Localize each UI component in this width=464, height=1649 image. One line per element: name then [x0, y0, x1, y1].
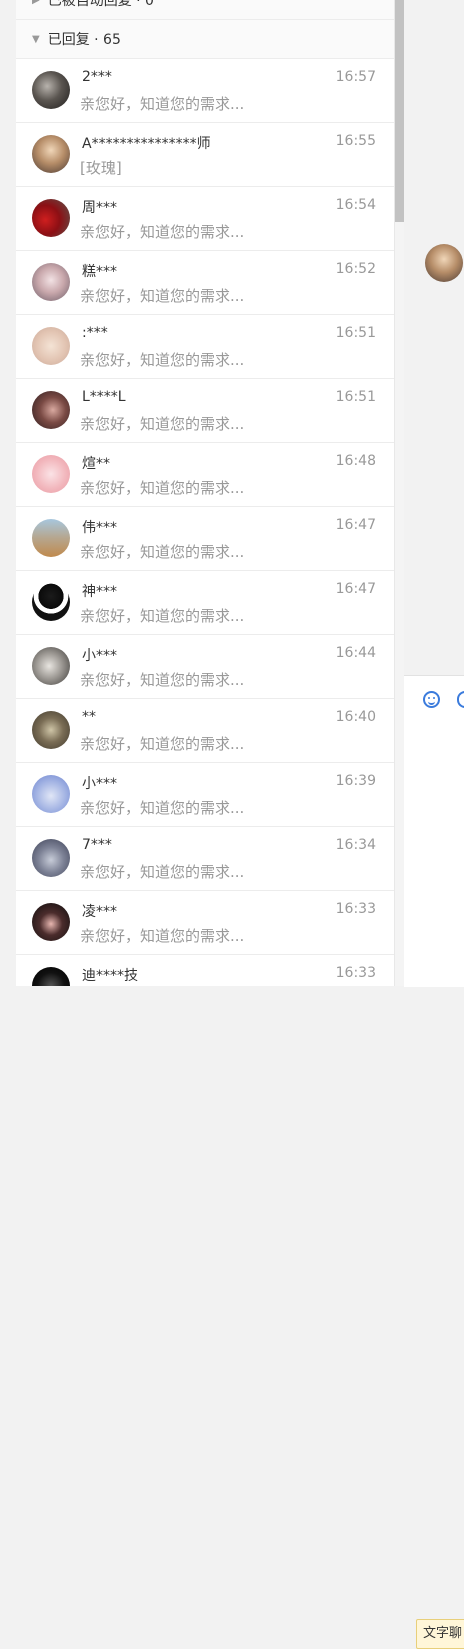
chat-avatar [425, 244, 463, 282]
contact-name: 糕*** [82, 264, 117, 280]
message-time: 16:48 [335, 453, 376, 469]
message-preview: 亲您好，知道您的需求... [80, 479, 245, 497]
emoji-icon[interactable] [423, 691, 440, 708]
conversation-item[interactable]: 周*** 16:54 亲您好，知道您的需求... [16, 187, 394, 251]
contact-name: ** [82, 709, 96, 725]
group-replied[interactable]: ▼ 已回复 · 65 [16, 20, 394, 59]
contact-name: 小*** [82, 776, 117, 792]
message-preview: 亲您好，知道您的需求... [80, 735, 245, 753]
avatar [32, 391, 70, 429]
group-auto-replied[interactable]: ▶ 已被自动回复 · 0 [16, 0, 394, 20]
message-preview: 亲您好，知道您的需求... [80, 223, 245, 241]
message-preview: 亲您好，知道您的需求... [80, 607, 245, 625]
contact-name: 伟*** [82, 520, 117, 536]
contact-name: :*** [82, 325, 108, 341]
left-gutter [0, 0, 16, 986]
message-preview: 亲您好，知道您的需求... [80, 543, 245, 561]
contact-name: 7*** [82, 837, 112, 853]
conversation-item[interactable]: 煊** 16:48 亲您好，知道您的需求... [16, 443, 394, 507]
avatar [32, 455, 70, 493]
contact-name: A***************师 [82, 136, 211, 152]
list-scrollbar[interactable] [395, 0, 404, 986]
text-chat-tip[interactable]: 文字聊 [416, 1619, 464, 1649]
scrollbar-thumb[interactable] [395, 0, 404, 222]
conversation-item[interactable]: 2*** 16:57 亲您好，知道您的需求... [16, 59, 394, 123]
contact-name: 凌*** [82, 904, 117, 920]
message-time: 16:52 [335, 261, 376, 277]
conversation-item[interactable]: :*** 16:51 亲您好，知道您的需求... [16, 315, 394, 379]
message-time: 16:57 [335, 69, 376, 85]
message-time: 16:51 [335, 325, 376, 341]
contact-name: 小*** [82, 648, 117, 664]
contact-name: 2*** [82, 69, 112, 85]
avatar [32, 775, 70, 813]
avatar [32, 903, 70, 941]
tip-label: 文字聊 [423, 1626, 463, 1641]
contact-name: 神*** [82, 584, 117, 600]
conversation-item[interactable]: 小*** 16:39 亲您好，知道您的需求... [16, 763, 394, 827]
message-time: 16:51 [335, 389, 376, 405]
conversation-item[interactable]: 迪****技 16:33 [16, 955, 394, 986]
conversation-item[interactable]: ** 16:40 亲您好，知道您的需求... [16, 699, 394, 763]
message-time: 16:39 [335, 773, 376, 789]
avatar [32, 583, 70, 621]
message-preview: [玫瑰] [80, 159, 122, 177]
conversation-item[interactable]: 凌*** 16:33 亲您好，知道您的需求... [16, 891, 394, 955]
group-label: 已被自动回复 · 0 [47, 0, 154, 9]
conversation-item[interactable]: 伟*** 16:47 亲您好，知道您的需求... [16, 507, 394, 571]
message-time: 16:33 [335, 901, 376, 917]
message-time: 16:40 [335, 709, 376, 725]
message-preview: 亲您好，知道您的需求... [80, 927, 245, 945]
message-time: 16:34 [335, 837, 376, 853]
avatar [32, 71, 70, 109]
message-time: 16:44 [335, 645, 376, 661]
message-preview: 亲您好，知道您的需求... [80, 799, 245, 817]
message-preview: 亲您好，知道您的需求... [80, 287, 245, 305]
message-preview: 亲您好，知道您的需求... [80, 863, 245, 881]
expand-arrow-icon: ▼ [32, 33, 40, 45]
contact-name: 迪****技 [82, 968, 138, 984]
group-label: 已回复 · 65 [47, 32, 121, 48]
avatar [32, 199, 70, 237]
avatar [32, 135, 70, 173]
avatar [32, 327, 70, 365]
compose-area[interactable]: 文字聊 [404, 675, 464, 1649]
conversation-item[interactable]: A***************师 16:55 [玫瑰] [16, 123, 394, 187]
avatar [32, 263, 70, 301]
message-preview: 亲您好，知道您的需求... [80, 95, 245, 113]
avatar [32, 711, 70, 749]
avatar [32, 519, 70, 557]
message-time: 16:47 [335, 517, 376, 533]
contact-name: 周*** [82, 200, 117, 216]
conversation-item[interactable]: 神*** 16:47 亲您好，知道您的需求... [16, 571, 394, 635]
avatar [32, 839, 70, 877]
message-preview: 亲您好，知道您的需求... [80, 415, 245, 433]
avatar [32, 647, 70, 685]
avatar [32, 967, 70, 986]
message-time: 16:33 [335, 965, 376, 981]
chat-pane: 文字聊 [404, 0, 464, 1649]
message-time: 16:55 [335, 133, 376, 149]
quick-phrase-icon[interactable] [457, 691, 464, 708]
conversation-item[interactable]: L****L 16:51 亲您好，知道您的需求... [16, 379, 394, 443]
message-time: 16:47 [335, 581, 376, 597]
collapse-arrow-icon: ▶ [32, 0, 40, 6]
conversation-item[interactable]: 7*** 16:34 亲您好，知道您的需求... [16, 827, 394, 891]
conversation-list: ▶ 已被自动回复 · 0 ▼ 已回复 · 65 2*** 16:57 亲您好，知… [16, 0, 395, 986]
message-preview: 亲您好，知道您的需求... [80, 351, 245, 369]
conversation-item[interactable]: 糕*** 16:52 亲您好，知道您的需求... [16, 251, 394, 315]
message-preview: 亲您好，知道您的需求... [80, 671, 245, 689]
contact-name: 煊** [82, 456, 110, 472]
contact-name: L****L [82, 389, 126, 405]
conversation-item[interactable]: 小*** 16:44 亲您好，知道您的需求... [16, 635, 394, 699]
message-time: 16:54 [335, 197, 376, 213]
